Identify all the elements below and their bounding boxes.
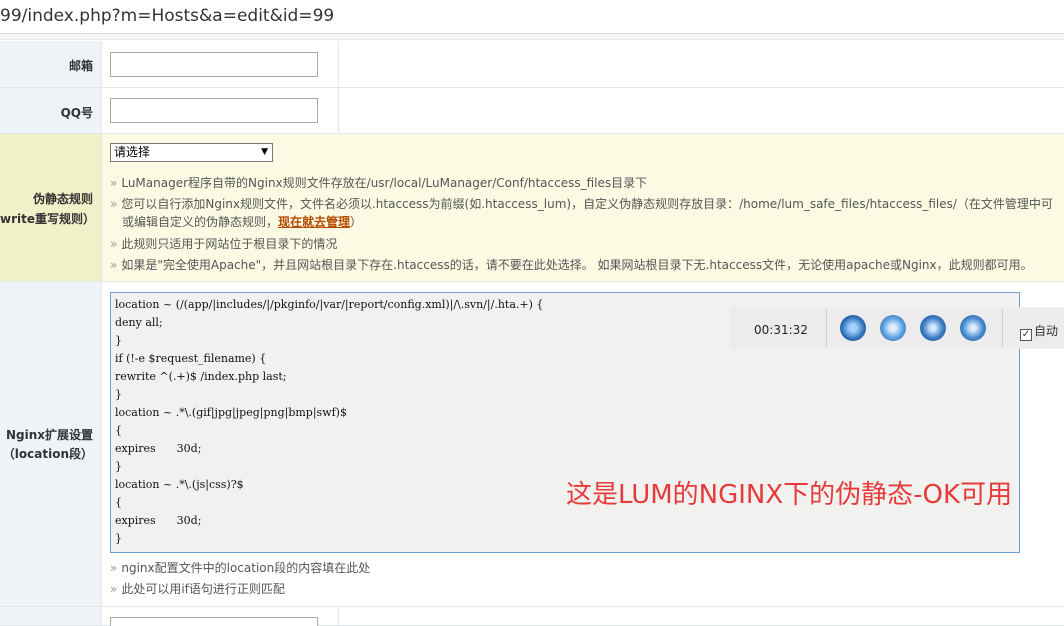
rewrite-label-line2: rewrite重写规则） bbox=[0, 212, 95, 226]
qq-empty-cell bbox=[339, 88, 1064, 133]
email-empty-cell bbox=[339, 41, 1064, 87]
rewrite-hint-3: » 此规则只适用于网站位于根目录下的情况 bbox=[110, 235, 337, 252]
bullet-icon: » bbox=[110, 197, 118, 211]
url-text[interactable]: 99/index.php?m=Hosts&a=edit&id=99 bbox=[0, 6, 334, 26]
dropdown-arrow-icon: ▼ bbox=[261, 147, 268, 157]
code-line: } bbox=[115, 388, 122, 401]
nginx-label-line2: （location段） bbox=[2, 447, 93, 461]
qq-label-cell: QQ号 bbox=[0, 88, 102, 133]
next-empty-cell bbox=[339, 607, 1064, 625]
bullet-icon: » bbox=[110, 176, 118, 190]
rewrite-row: 伪静态规则 rewrite重写规则） 请选择 ▼ »LuManager程序自带的… bbox=[0, 134, 1064, 282]
rewrite-hint-4: » 如果是"完全使用Apache"，并且网站根目录下存在.htaccess的话，请… bbox=[110, 256, 1033, 273]
music-icon[interactable] bbox=[880, 315, 906, 341]
gear-icon[interactable] bbox=[840, 315, 866, 341]
code-line: if (!-e $request_filename) { bbox=[115, 352, 267, 365]
media-player-bar: 00:31:32 ✓ 自动 bbox=[730, 307, 1064, 349]
code-line: location ~ .*\.(gif|jpg|jpeg|png|bmp|swf… bbox=[115, 406, 347, 419]
rewrite-hint-3-text: 此规则只适用于网站位于根目录下的情况 bbox=[121, 237, 338, 251]
manage-now-link[interactable]: 现在就去管理 bbox=[278, 215, 350, 229]
rewrite-hint-1: » LuManager程序自带的Nginx规则文件存放在/usr/local/Lu… bbox=[110, 174, 647, 191]
rewrite-hint-2-cont: 或编辑自定义的伪静态规则，现在就去管理） bbox=[122, 213, 362, 230]
nginx-label-line1: Nginx扩展设置 bbox=[5, 428, 93, 442]
qq-value-cell bbox=[102, 88, 339, 133]
divider bbox=[826, 309, 827, 347]
email-row: 邮箱 bbox=[0, 41, 1064, 88]
rewrite-hint-2-cont-text: 或编辑自定义的伪静态规则， bbox=[122, 215, 279, 229]
rewrite-hint-1-text: LuManager程序自带的Nginx规则文件存放在/usr/local/LuM… bbox=[121, 176, 648, 190]
nginx-hint-2: » 此处可以用if语句进行正则匹配 bbox=[110, 580, 285, 597]
bullet-icon: » bbox=[110, 582, 118, 596]
code-line: { bbox=[115, 424, 122, 437]
qq-label: QQ号 bbox=[60, 106, 93, 120]
form-top-divider bbox=[0, 34, 1064, 40]
code-line: } bbox=[115, 532, 122, 545]
bullet-icon: » bbox=[110, 561, 118, 575]
rewrite-hint-2-close: ） bbox=[350, 215, 363, 229]
email-input[interactable] bbox=[110, 52, 318, 77]
email-value-cell bbox=[102, 41, 339, 87]
bullet-icon: » bbox=[110, 237, 118, 251]
rewrite-select[interactable]: 请选择 ▼ bbox=[110, 143, 273, 162]
code-line: rewrite ^(.+)$ /index.php last; bbox=[115, 370, 287, 383]
next-input[interactable] bbox=[110, 617, 318, 626]
rewrite-content: 请选择 ▼ » LuManager程序自带的Nginx规则文件存放在/usr/lo… bbox=[102, 134, 1064, 281]
nginx-hint-2-text: 此处可以用if语句进行正则匹配 bbox=[121, 582, 285, 596]
code-line: expires 30d; bbox=[115, 514, 202, 527]
bullet-icon: » bbox=[110, 258, 118, 272]
refresh-icon[interactable] bbox=[960, 315, 986, 341]
rewrite-label-line1: 伪静态规则 bbox=[32, 192, 93, 206]
email-label-cell: 邮箱 bbox=[0, 41, 102, 87]
rewrite-hint-2: » 您可以自行添加Nginx规则文件，文件名必须以.htaccess为前缀(如.h… bbox=[110, 195, 1053, 212]
auto-checkbox[interactable]: ✓ 自动 bbox=[1020, 322, 1058, 341]
next-value-cell bbox=[102, 607, 339, 626]
rewrite-hint-4-text: 如果是"完全使用Apache"，并且网站根目录下存在.htaccess的话，请不… bbox=[121, 258, 1033, 272]
address-bar[interactable]: 99/index.php?m=Hosts&a=edit&id=99 bbox=[0, 0, 1064, 34]
annotation-text: 这是LUM的NGINX下的伪静态-OK可用 bbox=[566, 480, 1013, 510]
nginx-hint-1: » nginx配置文件中的location段的内容填在此处 bbox=[110, 559, 370, 576]
checkbox-icon[interactable]: ✓ bbox=[1020, 329, 1032, 341]
divider bbox=[1002, 309, 1003, 347]
code-line: expires 30d; bbox=[115, 442, 202, 455]
player-time: 00:31:32 bbox=[754, 323, 808, 337]
auto-label: 自动 bbox=[1034, 324, 1059, 338]
power-icon[interactable] bbox=[920, 315, 946, 341]
email-label: 邮箱 bbox=[68, 59, 93, 73]
rewrite-select-value: 请选择 bbox=[114, 145, 151, 159]
next-row bbox=[0, 607, 1064, 626]
next-label-cell bbox=[0, 607, 102, 625]
rewrite-hint-2-text: 您可以自行添加Nginx规则文件，文件名必须以.htaccess为前缀(如.ht… bbox=[121, 197, 1053, 211]
nginx-hint-1-text: nginx配置文件中的location段的内容填在此处 bbox=[121, 561, 371, 575]
qq-row: QQ号 bbox=[0, 88, 1064, 134]
nginx-label-cell: Nginx扩展设置 （location段） bbox=[0, 282, 102, 606]
qq-input[interactable] bbox=[110, 98, 318, 123]
rewrite-label-cell: 伪静态规则 rewrite重写规则） bbox=[0, 134, 102, 281]
